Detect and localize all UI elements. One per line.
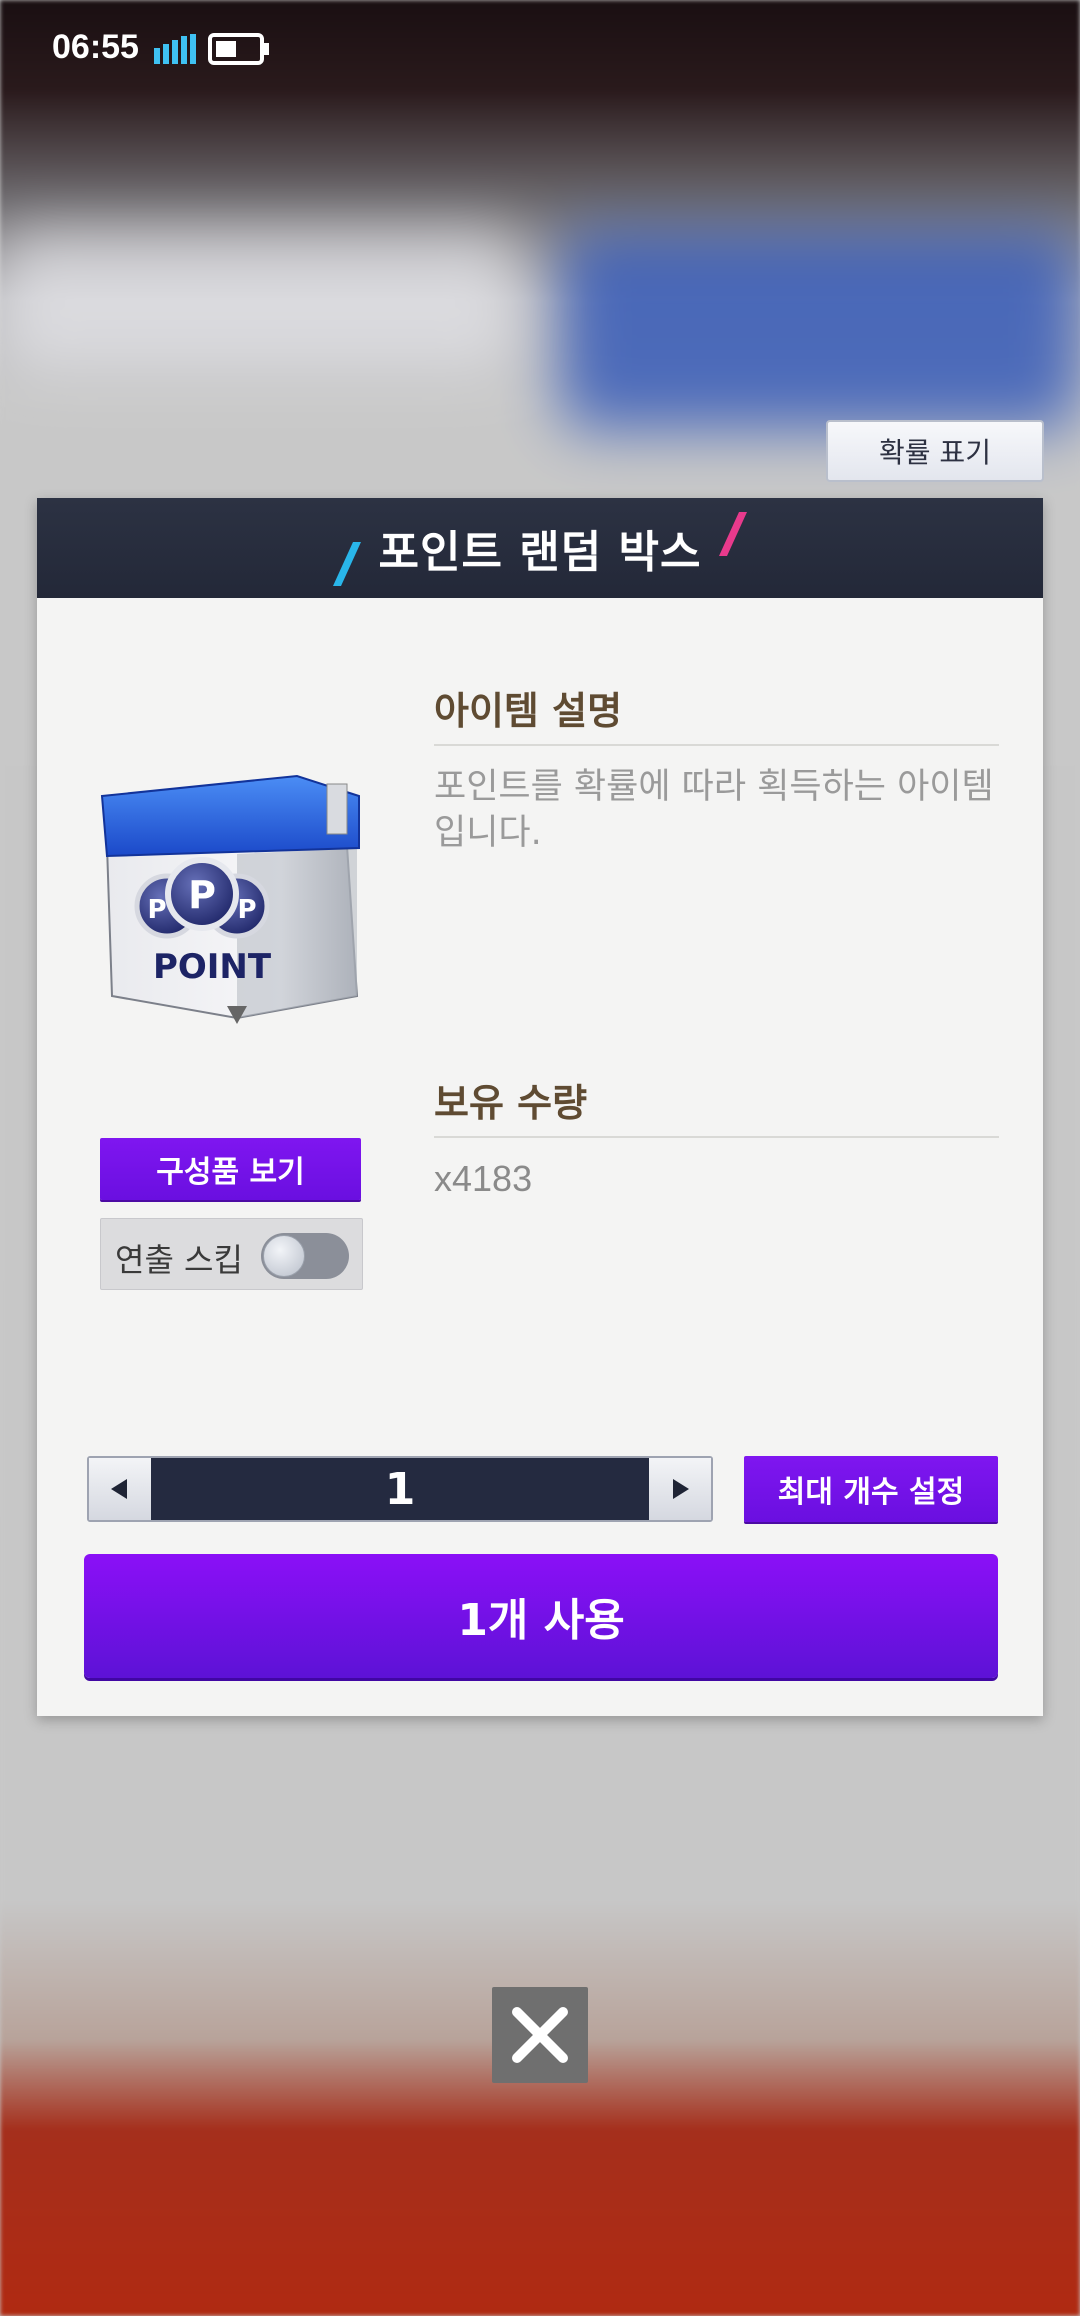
probability-button[interactable]: 확률 표기 (826, 420, 1044, 482)
stepper-value: 1 (384, 1463, 416, 1515)
point-box-label: POINT (153, 947, 272, 987)
skip-animation-toggle[interactable] (261, 1233, 349, 1279)
decrease-button[interactable] (89, 1458, 151, 1520)
quantity-title: 보유 수량 (434, 1081, 588, 1125)
quantity-value: x4183 (434, 1158, 533, 1199)
background-blob (560, 230, 1080, 430)
item-dialog: 포인트 랜덤 박스 P P P POINT 아이템 설명 포인트를 확률에 따라… (37, 498, 1043, 1716)
triangle-right-icon (673, 1479, 689, 1499)
close-button[interactable] (492, 1987, 588, 2083)
point-box-icon: P P P POINT (100, 774, 360, 1024)
close-icon (512, 2007, 568, 2063)
svg-text:P: P (237, 895, 256, 925)
increase-button[interactable] (649, 1458, 711, 1520)
dialog-header: 포인트 랜덤 박스 (37, 498, 1043, 598)
use-item-button[interactable]: 1개 사용 (84, 1554, 998, 1678)
status-time: 06:55 (52, 28, 139, 66)
description-title: 아이템 설명 (434, 689, 623, 733)
svg-text:P: P (188, 873, 216, 917)
triangle-left-icon (111, 1479, 127, 1499)
dialog-title: 포인트 랜덤 박스 (378, 527, 702, 578)
slash-accent-icon (719, 512, 747, 556)
background-blob (0, 230, 520, 370)
battery-icon (208, 33, 269, 65)
description-text: 포인트를 확률에 따라 획득하는 아이템입니다. (434, 767, 994, 853)
view-components-button[interactable]: 구성품 보기 (100, 1138, 361, 1200)
signal-icon (154, 34, 196, 64)
status-bar: 06:55 (0, 0, 1080, 100)
set-max-button[interactable]: 최대 개수 설정 (744, 1456, 998, 1522)
slash-accent-icon (333, 542, 361, 586)
skip-animation-label: 연출 스킵 (115, 1241, 243, 1279)
quantity-divider (434, 1136, 999, 1138)
description-divider (434, 744, 999, 746)
toggle-knob (263, 1235, 305, 1277)
skip-animation-control: 연출 스킵 (100, 1218, 363, 1290)
svg-text:P: P (147, 895, 166, 925)
quantity-stepper: 1 (87, 1456, 713, 1522)
